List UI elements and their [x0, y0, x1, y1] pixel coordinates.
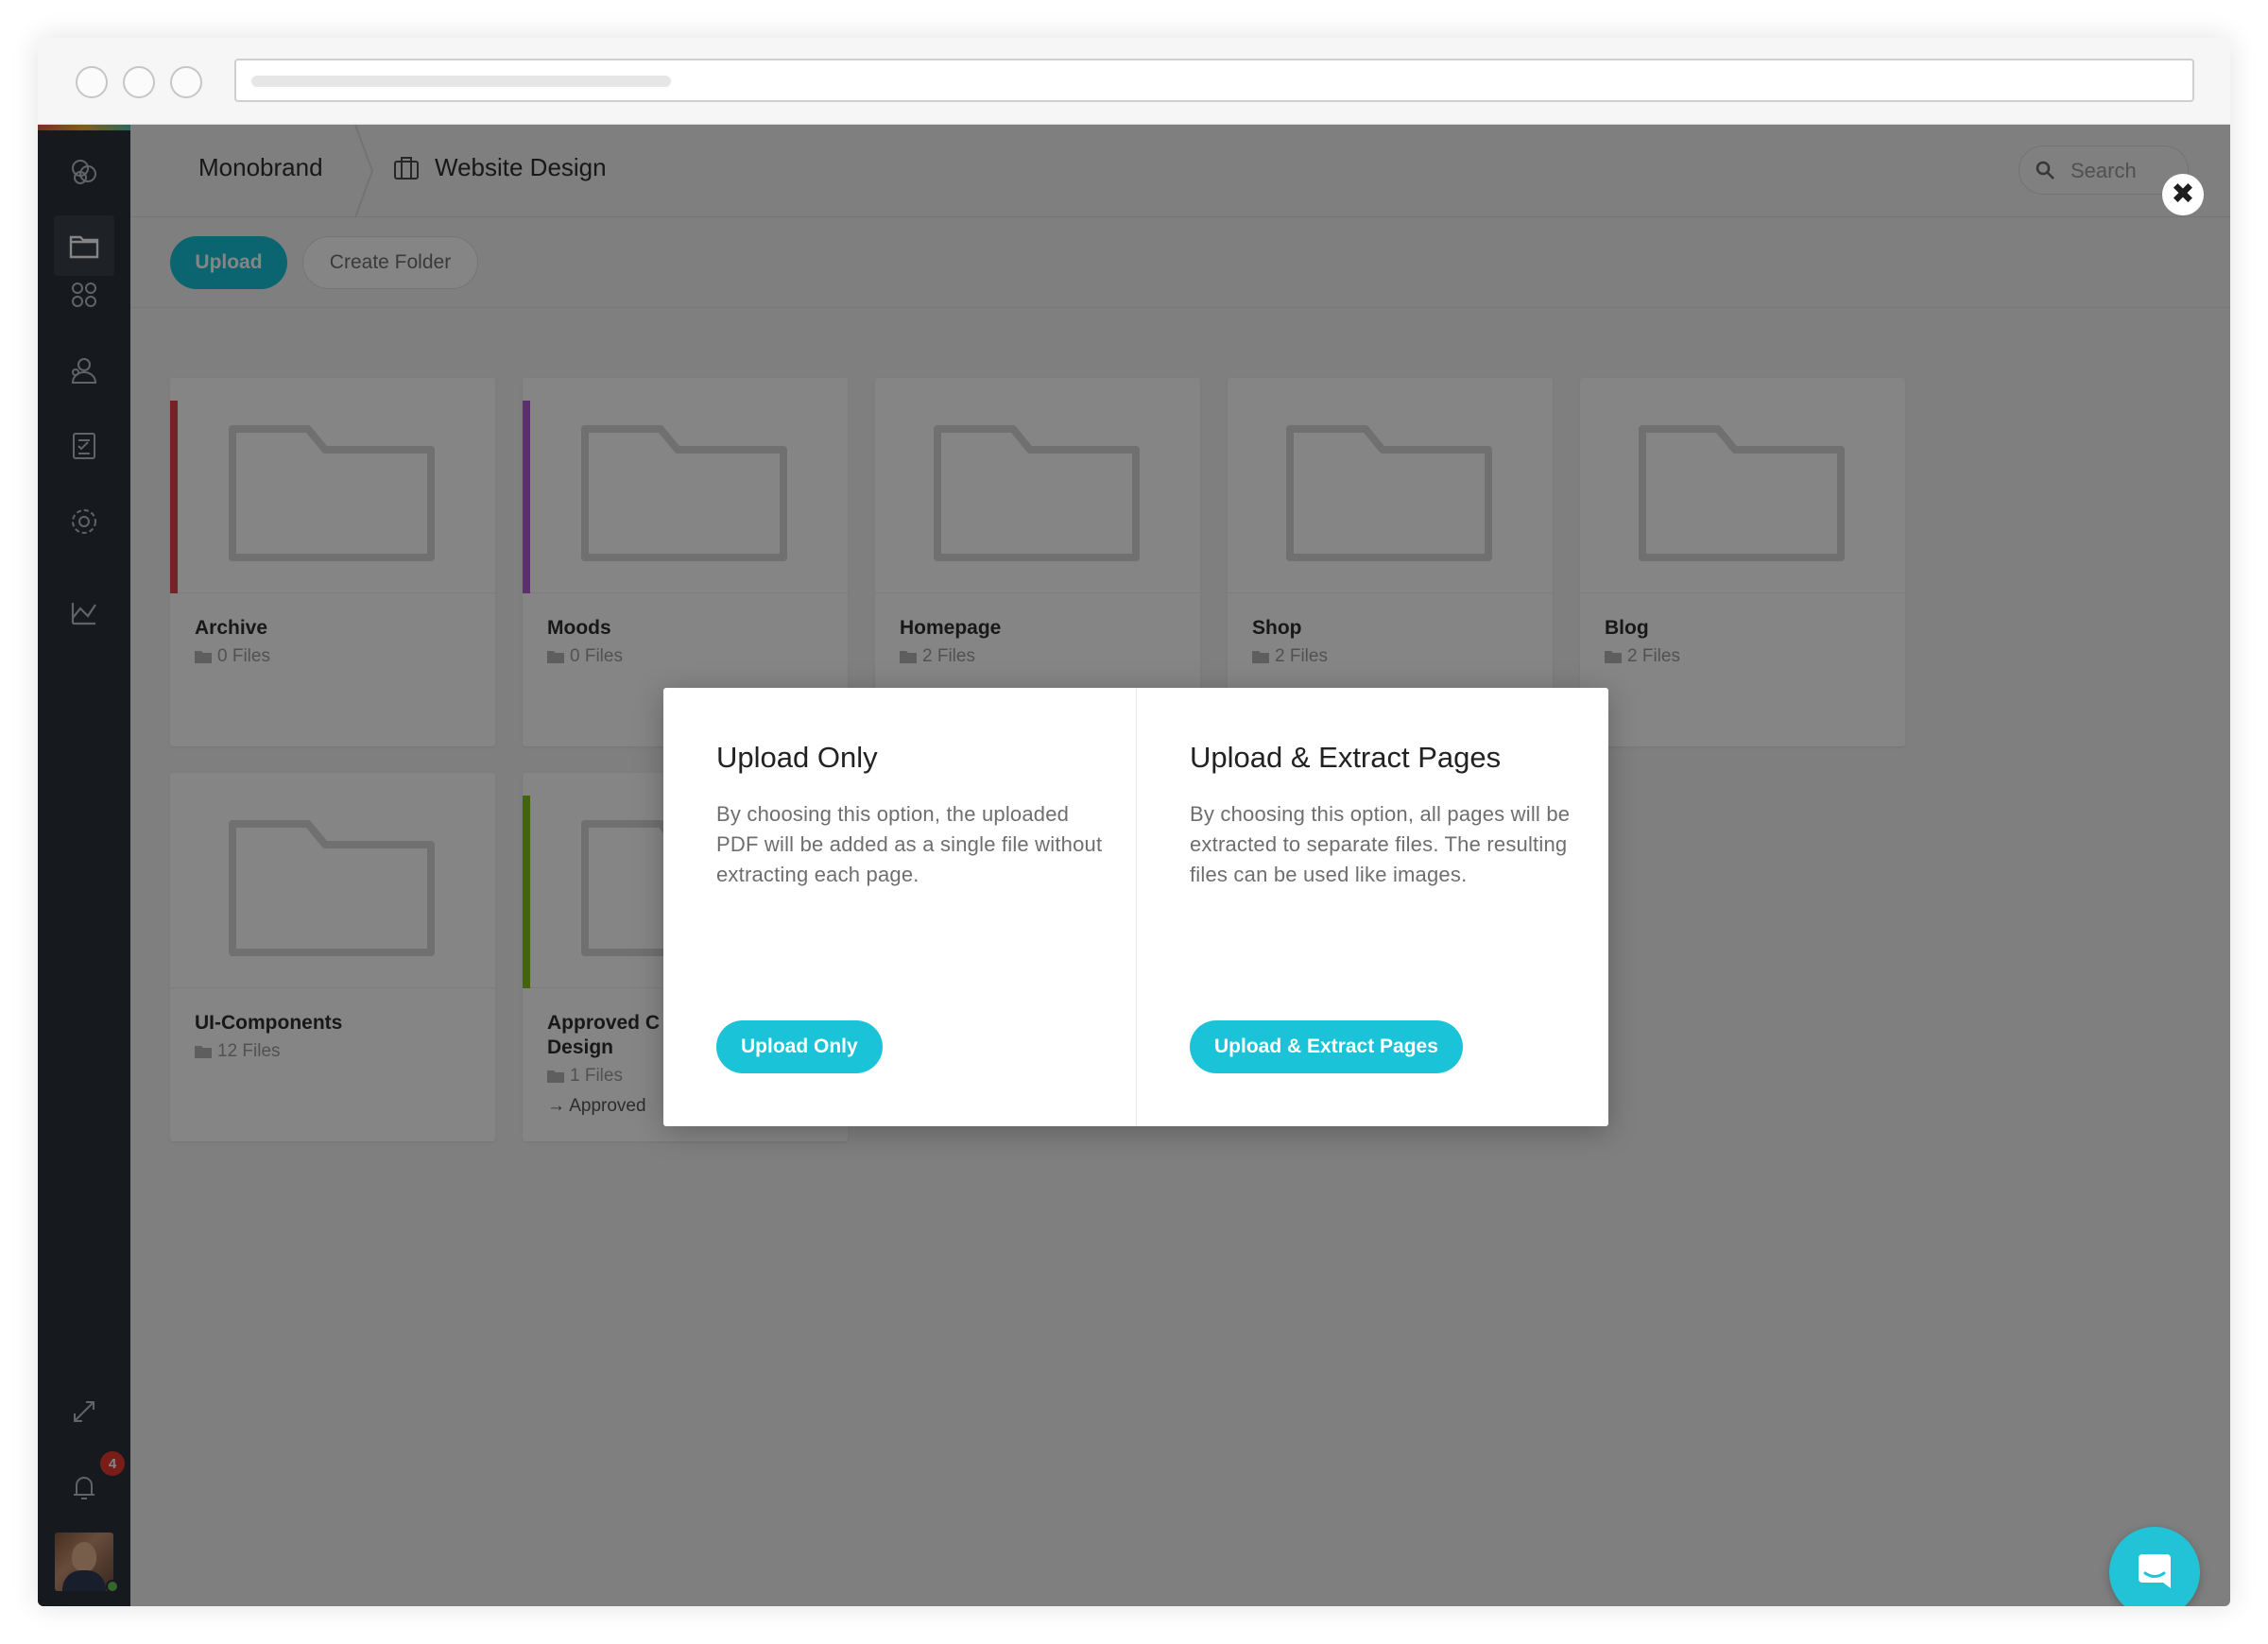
browser-window: 4 Monobrand Website Design Search Upload…: [38, 38, 2230, 1606]
window-minimize-dot[interactable]: [123, 66, 155, 98]
upload-only-button[interactable]: Upload Only: [716, 1020, 883, 1073]
browser-chrome: [38, 38, 2230, 125]
upload-extract-description: By choosing this option, all pages will …: [1190, 802, 1571, 886]
upload-extract-option: Upload & Extract Pages By choosing this …: [1136, 688, 1608, 1126]
window-maximize-dot[interactable]: [170, 66, 202, 98]
window-close-dot[interactable]: [76, 66, 108, 98]
upload-only-description: By choosing this option, the uploaded PD…: [716, 802, 1103, 886]
upload-only-option: Upload Only By choosing this option, the…: [663, 688, 1136, 1126]
close-icon[interactable]: ✖: [2162, 174, 2204, 215]
upload-extract-title: Upload & Extract Pages: [1190, 741, 1502, 774]
upload-extract-button[interactable]: Upload & Extract Pages: [1190, 1020, 1463, 1073]
upload-only-title: Upload Only: [716, 741, 878, 774]
address-bar-placeholder: [251, 76, 671, 87]
chat-bubble-icon: [2139, 1554, 2171, 1588]
upload-options-modal: Upload Only By choosing this option, the…: [663, 688, 1608, 1126]
address-bar[interactable]: [234, 59, 2194, 102]
app-area: 4 Monobrand Website Design Search Upload…: [38, 125, 2230, 1606]
